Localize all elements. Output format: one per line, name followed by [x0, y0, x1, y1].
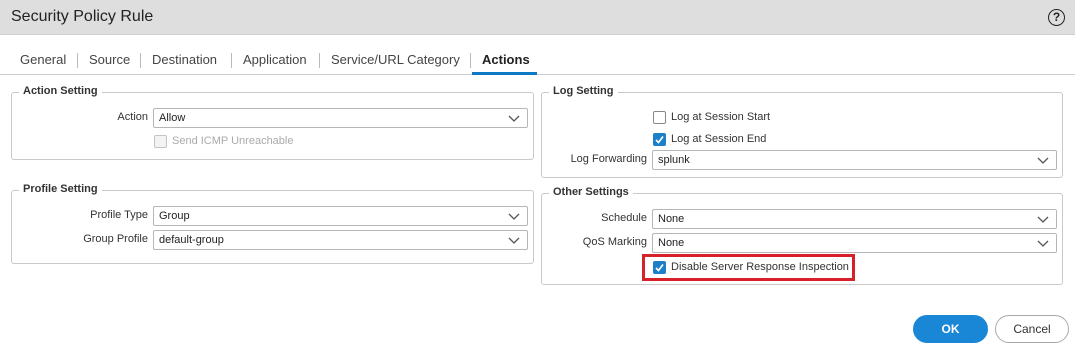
chevron-down-icon: [1037, 157, 1049, 164]
other-settings-legend: Other Settings: [549, 186, 633, 198]
log-session-end-checkbox[interactable]: [653, 133, 666, 146]
chevron-down-icon: [508, 237, 520, 244]
log-setting-legend: Log Setting: [549, 85, 618, 97]
tab-separator: [231, 53, 232, 68]
log-session-start-label: Log at Session Start: [671, 111, 771, 123]
annotation-highlight-box: [642, 254, 855, 281]
action-select[interactable]: Allow: [153, 108, 528, 128]
tab-separator: [77, 53, 78, 68]
action-value: Allow: [159, 112, 186, 124]
log-session-start-checkbox[interactable]: [653, 111, 666, 124]
schedule-label: Schedule: [601, 212, 647, 224]
schedule-select[interactable]: None: [652, 209, 1057, 229]
chevron-down-icon: [1037, 240, 1049, 247]
qos-marking-value: None: [658, 237, 685, 249]
send-icmp-label: Send ICMP Unreachable: [172, 135, 294, 147]
dialog-title: Security Policy Rule: [11, 8, 154, 25]
group-profile-value: default-group: [159, 234, 224, 246]
group-profile-select[interactable]: default-group: [153, 230, 528, 250]
profile-type-label: Profile Type: [90, 209, 148, 221]
tab-separator: [470, 53, 471, 68]
profile-setting-group: Profile Setting: [11, 183, 534, 264]
log-forwarding-select[interactable]: splunk: [652, 150, 1057, 170]
log-forwarding-label: Log Forwarding: [570, 153, 647, 165]
tab-separator: [319, 53, 320, 68]
ok-button[interactable]: OK: [913, 315, 988, 343]
schedule-value: None: [658, 213, 685, 225]
tab-source[interactable]: Source: [89, 52, 130, 67]
tab-service-url-category[interactable]: Service/URL Category: [331, 52, 460, 67]
tab-bar: General Source Destination Application S…: [0, 46, 1075, 75]
qos-marking-label: QoS Marking: [582, 236, 647, 248]
tab-application[interactable]: Application: [243, 52, 307, 67]
log-session-end-label: Log at Session End: [671, 133, 767, 145]
action-setting-legend: Action Setting: [19, 85, 102, 97]
log-forwarding-value: splunk: [658, 154, 690, 166]
group-profile-label: Group Profile: [83, 233, 148, 245]
profile-type-value: Group: [159, 210, 190, 222]
profile-type-select[interactable]: Group: [153, 206, 528, 226]
dialog-titlebar: Security Policy Rule ?: [0, 0, 1075, 35]
send-icmp-checkbox[interactable]: [154, 135, 167, 148]
checkmark-icon: [655, 136, 664, 144]
cancel-button[interactable]: Cancel: [995, 315, 1069, 343]
tab-general[interactable]: General: [20, 52, 66, 67]
active-tab-indicator: [472, 72, 537, 75]
chevron-down-icon: [508, 213, 520, 220]
qos-marking-select[interactable]: None: [652, 233, 1057, 253]
tab-destination[interactable]: Destination: [152, 52, 217, 67]
tab-actions[interactable]: Actions: [482, 52, 530, 67]
profile-setting-legend: Profile Setting: [19, 183, 102, 195]
chevron-down-icon: [508, 115, 520, 122]
tab-separator: [140, 53, 141, 68]
help-icon[interactable]: ?: [1048, 9, 1065, 26]
chevron-down-icon: [1037, 216, 1049, 223]
action-label: Action: [117, 111, 148, 123]
